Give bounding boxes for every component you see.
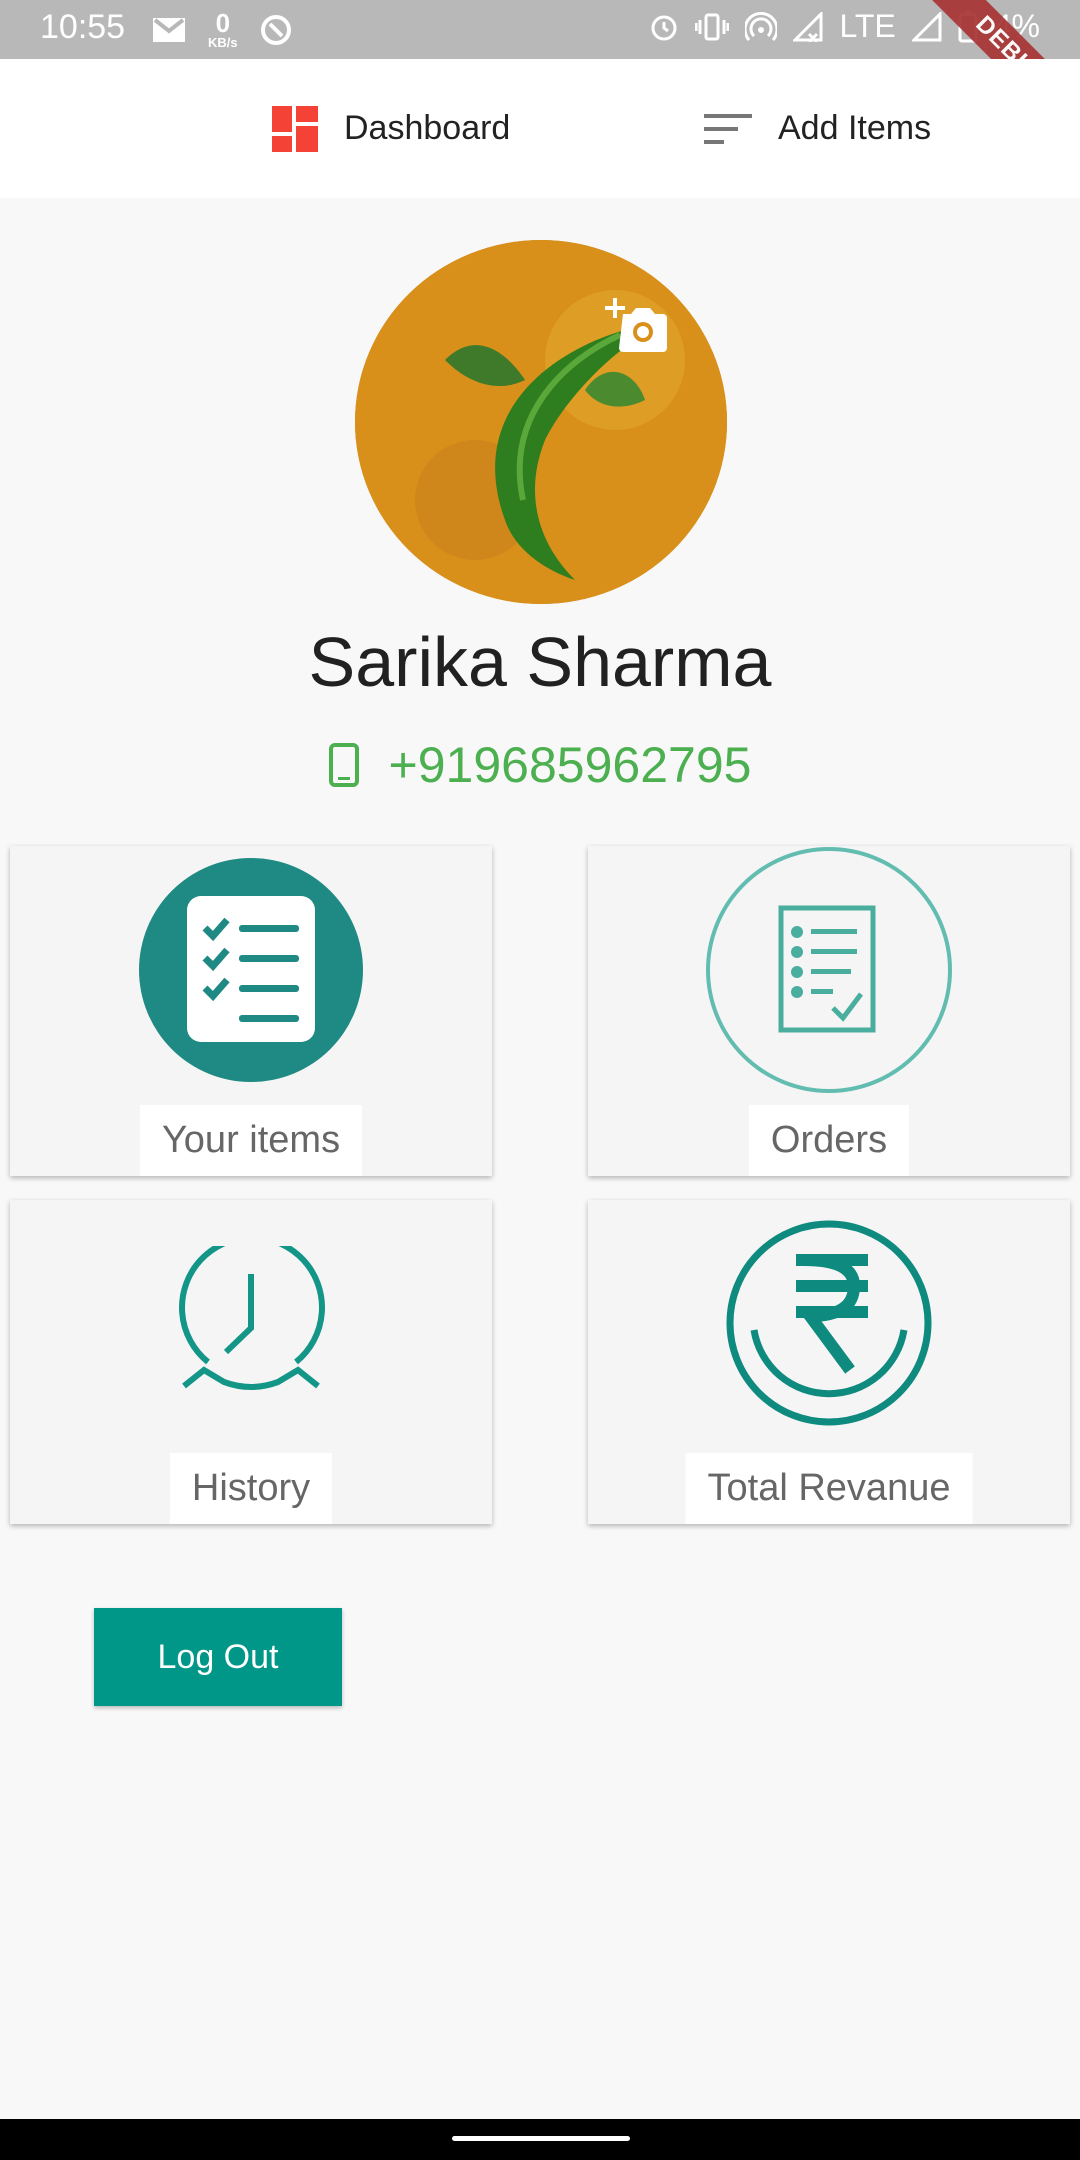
phone-number: +919685962795 xyxy=(388,737,752,793)
checklist-icon xyxy=(139,858,363,1082)
card-orders[interactable]: Orders xyxy=(588,846,1070,1176)
tab-dashboard[interactable]: Dashboard xyxy=(272,59,510,198)
tab-add-items-label: Add Items xyxy=(778,109,932,147)
sync-icon xyxy=(260,14,291,45)
hotspot-icon xyxy=(745,11,778,41)
card-label: Orders xyxy=(770,1119,888,1161)
profile-name: Sarika Sharma xyxy=(308,623,772,701)
rupee-icon xyxy=(726,1220,932,1426)
card-your-items[interactable]: Your items xyxy=(10,846,492,1176)
dashboard-icon xyxy=(272,105,318,152)
card-total-revenue[interactable]: Total Revanue xyxy=(588,1200,1070,1524)
logout-button[interactable]: Log Out xyxy=(94,1608,342,1706)
card-label: Total Revanue xyxy=(707,1467,951,1509)
tab-add-items[interactable]: Add Items xyxy=(704,59,931,198)
signal-icon xyxy=(911,11,942,41)
clock-icon xyxy=(179,1234,325,1390)
signal-icon xyxy=(793,11,823,42)
phone-icon xyxy=(328,743,359,787)
navigation-bar xyxy=(0,2119,1080,2160)
gmail-icon xyxy=(153,17,185,42)
vibrate-icon xyxy=(695,13,730,40)
alarm-icon xyxy=(651,15,677,40)
status-bar: 10:55 0 KB/s LTE 4% xyxy=(0,0,1080,59)
top-app-bar: Dashboard Add Items xyxy=(0,59,1080,198)
card-history[interactable]: History xyxy=(10,1200,492,1524)
order-list-icon xyxy=(706,847,952,1093)
sort-icon xyxy=(704,113,752,144)
food-image xyxy=(355,240,727,604)
data-rate-icon: 0 KB/s xyxy=(208,8,238,50)
tab-dashboard-label: Dashboard xyxy=(344,109,511,147)
card-label: Your items xyxy=(161,1119,341,1161)
card-label: History xyxy=(191,1467,311,1509)
profile-avatar[interactable] xyxy=(355,240,727,604)
status-time: 10:55 xyxy=(40,8,126,46)
add-photo-icon[interactable] xyxy=(605,296,667,352)
network-type: LTE xyxy=(839,8,896,44)
phone-row: +919685962795 xyxy=(0,736,1080,794)
home-handle[interactable] xyxy=(452,2136,630,2141)
